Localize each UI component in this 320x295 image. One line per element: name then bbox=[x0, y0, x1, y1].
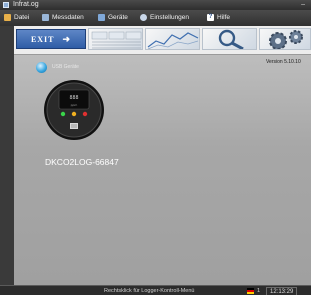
menu-hilfe[interactable]: ? Hilfe bbox=[207, 10, 230, 26]
devices-icon bbox=[98, 13, 105, 21]
exit-arrow-icon: ➜ bbox=[62, 34, 72, 44]
help-icon: ? bbox=[207, 13, 214, 21]
title-bar: Infrat.og – bbox=[0, 0, 311, 10]
usb-devices-label: USB Geräte bbox=[52, 64, 79, 70]
menu-geraete[interactable]: Geräte bbox=[98, 10, 128, 26]
svg-text:888: 888 bbox=[69, 95, 78, 101]
toolbar: EXIT ➜ bbox=[14, 26, 311, 55]
app-icon bbox=[3, 2, 9, 8]
german-flag-icon[interactable] bbox=[247, 288, 254, 294]
menu-hilfe-label: Hilfe bbox=[217, 14, 231, 21]
chart-thumbnail-icon bbox=[147, 32, 199, 49]
version-label: Version 5.10.10 bbox=[266, 59, 301, 65]
menu-datei-label: Datei bbox=[14, 14, 30, 21]
exit-label: EXIT bbox=[30, 35, 55, 44]
menu-einstellungen[interactable]: Einstellungen bbox=[140, 10, 189, 26]
magnifier-thumbnail-icon bbox=[218, 29, 244, 49]
file-icon bbox=[4, 13, 11, 21]
data-icon bbox=[42, 13, 49, 21]
device-name-label[interactable]: DKCO2LOG-66847 bbox=[45, 157, 119, 167]
svg-text:ppm: ppm bbox=[71, 103, 78, 107]
usb-device-icon bbox=[36, 62, 47, 73]
window-title: Infrat.og bbox=[13, 1, 39, 8]
toolbar-data-table-button[interactable] bbox=[88, 28, 143, 50]
settings-icon bbox=[140, 13, 147, 21]
toolbar-settings-button[interactable] bbox=[259, 28, 311, 50]
co2-logger-icon: 888 ppm bbox=[44, 80, 104, 140]
menu-messdaten[interactable]: Messdaten bbox=[42, 10, 84, 26]
minimize-button[interactable]: – bbox=[301, 0, 305, 10]
status-bar: Rechtsklick für Logger-Kontroll-Menü 1 1… bbox=[0, 285, 311, 295]
status-hint: Rechtsklick für Logger-Kontroll-Menü bbox=[104, 288, 195, 294]
gears-thumbnail-icon bbox=[269, 30, 303, 49]
table-thumbnail-icon bbox=[91, 31, 142, 49]
exit-button[interactable]: EXIT ➜ bbox=[16, 29, 86, 49]
menu-einstellungen-label: Einstellungen bbox=[150, 14, 190, 21]
device-count: 1 bbox=[257, 288, 261, 294]
app-window: Infrat.og – Datei Messdaten Geräte Einst… bbox=[0, 0, 311, 295]
menu-datei[interactable]: Datei bbox=[4, 10, 29, 26]
menu-messdaten-label: Messdaten bbox=[52, 14, 84, 21]
logger-device-icon[interactable]: 888 ppm bbox=[43, 79, 105, 141]
device-panel: USB Geräte Version 5.10.10 888 ppm DKCO2… bbox=[14, 55, 311, 285]
menu-geraete-label: Geräte bbox=[108, 14, 128, 21]
toolbar-device-search-button[interactable] bbox=[202, 28, 257, 50]
menu-bar: Datei Messdaten Geräte Einstellungen ? Hi… bbox=[0, 10, 311, 26]
toolbar-chart-button[interactable] bbox=[145, 28, 200, 50]
status-clock: 12:13:29 bbox=[266, 287, 298, 295]
